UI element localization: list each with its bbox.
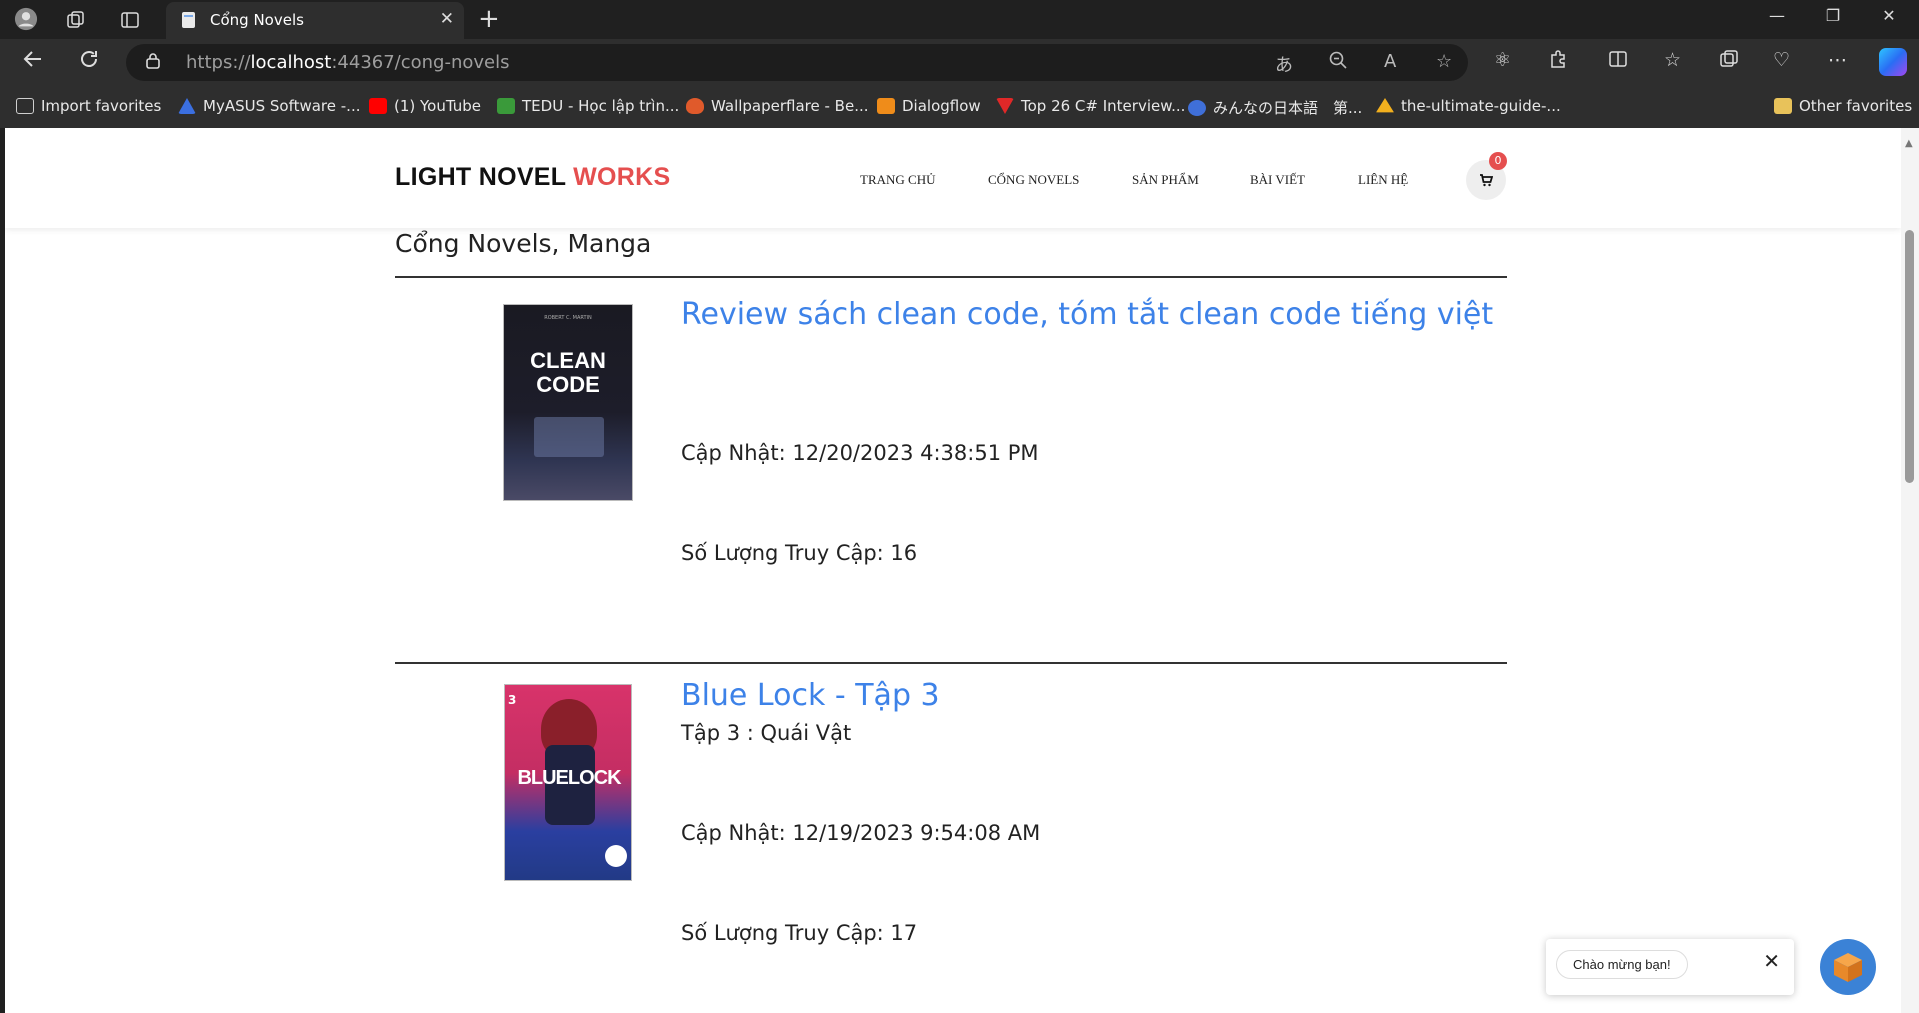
cart-count-badge: 0 bbox=[1489, 152, 1507, 170]
dialogflow-icon bbox=[877, 98, 895, 114]
back-icon[interactable] bbox=[22, 48, 44, 75]
address-bar[interactable]: https://localhost:44367/cong-novels あ A … bbox=[126, 44, 1468, 81]
chat-greeting[interactable]: Chào mừng bạn! bbox=[1556, 950, 1688, 979]
favorite-star-icon[interactable]: ☆ bbox=[1436, 51, 1452, 72]
favorite-myasus[interactable]: MyASUS Software -... bbox=[178, 97, 360, 115]
scroll-up-icon[interactable]: ▲ bbox=[1905, 138, 1913, 149]
split-screen-icon[interactable] bbox=[1608, 49, 1628, 74]
chatbot-launcher-button[interactable] bbox=[1820, 939, 1876, 995]
post-subtitle: Tập 3 : Quái Vật bbox=[681, 721, 852, 745]
lock-icon[interactable] bbox=[146, 52, 160, 69]
tab-title: Cổng Novels bbox=[210, 11, 304, 29]
wallpaperflare-icon bbox=[686, 98, 704, 114]
nav-cong-novels[interactable]: CỔNG NOVELS bbox=[988, 172, 1079, 188]
browser-toolbar: https://localhost:44367/cong-novels あ A … bbox=[0, 39, 1919, 86]
nav-products[interactable]: SẢN PHẨM bbox=[1132, 172, 1199, 188]
post-title-link[interactable]: Review sách clean code, tóm tắt clean co… bbox=[681, 297, 1493, 332]
tab-actions-icon[interactable] bbox=[118, 8, 142, 32]
interview-icon bbox=[996, 98, 1014, 114]
browser-essentials-icon[interactable]: ♡ bbox=[1773, 49, 1790, 71]
restore-icon[interactable]: ❐ bbox=[1808, 6, 1858, 25]
drive-icon bbox=[1376, 98, 1394, 113]
copilot-icon[interactable] bbox=[1879, 48, 1907, 76]
active-tab[interactable]: Cổng Novels ✕ bbox=[166, 2, 464, 39]
folder-icon bbox=[1774, 98, 1792, 114]
asus-icon bbox=[178, 98, 196, 114]
post-thumbnail[interactable]: ROBERT C. MARTIN CLEAN CODE bbox=[503, 304, 633, 501]
minimize-icon[interactable]: — bbox=[1752, 6, 1802, 25]
extensions-icon[interactable] bbox=[1548, 49, 1568, 74]
favorite-youtube[interactable]: (1) YouTube bbox=[369, 97, 481, 115]
nav-home[interactable]: TRANG CHỦ bbox=[860, 172, 935, 188]
page-favicon-icon bbox=[180, 11, 198, 33]
favorite-other[interactable]: Other favorites bbox=[1774, 97, 1912, 115]
react-devtools-icon[interactable]: ⚛ bbox=[1494, 49, 1511, 71]
favorite-tedu[interactable]: TEDU - Học lập trìn... bbox=[497, 97, 679, 115]
favorite-import[interactable]: Import favorites bbox=[16, 97, 161, 115]
favorite-interview[interactable]: Top 26 C# Interview... bbox=[996, 97, 1185, 115]
translate-icon[interactable]: あ bbox=[1275, 51, 1293, 77]
more-menu-icon[interactable]: ⋯ bbox=[1828, 49, 1847, 71]
nav-contact[interactable]: LIÊN HỆ bbox=[1358, 172, 1408, 188]
favorite-minna[interactable]: みんなの日本語 第... bbox=[1188, 97, 1362, 118]
new-tab-button[interactable]: + bbox=[478, 4, 500, 34]
page-title: Cổng Novels, Manga bbox=[395, 229, 652, 258]
window-close-icon[interactable]: ✕ bbox=[1864, 6, 1914, 25]
scrollbar-thumb[interactable] bbox=[1905, 230, 1914, 483]
read-aloud-icon[interactable]: A bbox=[1384, 51, 1396, 72]
favorite-drive[interactable]: the-ultimate-guide-... bbox=[1376, 97, 1561, 115]
tab-close-icon[interactable]: ✕ bbox=[440, 9, 454, 29]
browser-tab-strip: Cổng Novels ✕ + — ❐ ✕ bbox=[0, 0, 1919, 39]
favorites-icon[interactable]: ☆ bbox=[1664, 49, 1681, 71]
import-icon bbox=[16, 98, 34, 114]
site-header: LIGHT NOVEL WORKS TRANG CHỦ CỔNG NOVELS … bbox=[5, 128, 1901, 228]
favorite-wallpaperflare[interactable]: Wallpaperflare - Be... bbox=[686, 97, 869, 115]
refresh-icon[interactable] bbox=[78, 48, 100, 75]
zoom-out-icon[interactable] bbox=[1329, 51, 1347, 74]
favorite-dialogflow[interactable]: Dialogflow bbox=[877, 97, 981, 115]
post-views: Số Lượng Truy Cập: 16 bbox=[681, 541, 918, 565]
url-text[interactable]: https://localhost:44367/cong-novels bbox=[186, 52, 510, 73]
web-page: LIGHT NOVEL WORKS TRANG CHỦ CỔNG NOVELS … bbox=[5, 128, 1901, 1013]
site-logo[interactable]: LIGHT NOVEL WORKS bbox=[395, 163, 670, 192]
favorites-bar: Import favorites MyASUS Software -... (1… bbox=[0, 86, 1919, 128]
workspaces-icon[interactable] bbox=[64, 8, 88, 32]
divider bbox=[395, 662, 1507, 664]
collections-icon[interactable] bbox=[1719, 49, 1739, 74]
chat-close-icon[interactable]: ✕ bbox=[1763, 949, 1780, 973]
chat-popup: Chào mừng bạn! ✕ bbox=[1546, 939, 1794, 995]
nav-articles[interactable]: BÀI VIẾT bbox=[1250, 172, 1305, 188]
cart-icon bbox=[1480, 174, 1493, 187]
post-updated: Cập Nhật: 12/19/2023 9:54:08 AM bbox=[681, 821, 1041, 845]
profile-icon[interactable] bbox=[14, 7, 38, 31]
tedu-icon bbox=[497, 98, 515, 114]
youtube-icon bbox=[369, 98, 387, 114]
post-title-link[interactable]: Blue Lock - Tập 3 bbox=[681, 678, 940, 713]
divider bbox=[395, 276, 1507, 278]
post-updated: Cập Nhật: 12/20/2023 4:38:51 PM bbox=[681, 441, 1039, 465]
post-views: Số Lượng Truy Cập: 17 bbox=[681, 921, 918, 945]
chatbot-cube-icon bbox=[1834, 953, 1862, 982]
minna-icon bbox=[1188, 100, 1206, 116]
post-thumbnail[interactable]: 3 BLUELOCK bbox=[504, 684, 632, 881]
